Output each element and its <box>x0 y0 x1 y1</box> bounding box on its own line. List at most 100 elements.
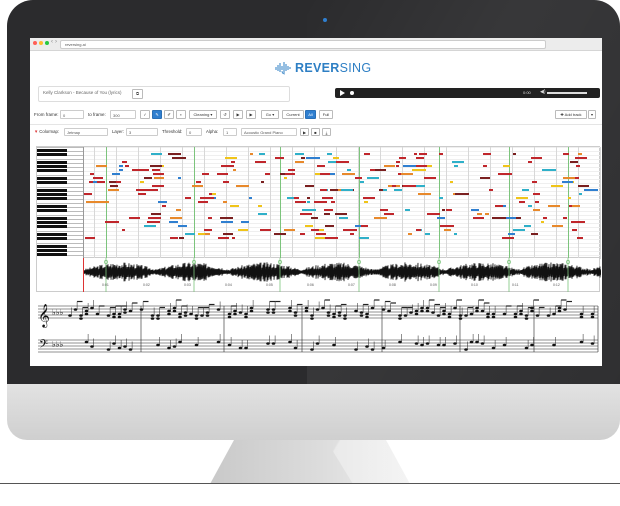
midi-note[interactable] <box>287 197 294 199</box>
midi-note[interactable] <box>454 233 457 235</box>
midi-note[interactable] <box>223 201 227 203</box>
midi-note[interactable] <box>306 157 320 159</box>
midi-note[interactable] <box>380 209 388 211</box>
play-track-icon[interactable]: ▶ <box>300 128 309 136</box>
midi-note[interactable] <box>178 177 181 179</box>
midi-note[interactable] <box>307 201 310 203</box>
midi-note[interactable] <box>320 189 327 191</box>
midi-note[interactable] <box>295 201 306 203</box>
midi-note[interactable] <box>355 225 361 227</box>
midi-note[interactable] <box>129 217 140 219</box>
midi-note[interactable] <box>151 153 162 155</box>
midi-note[interactable] <box>437 217 445 219</box>
midi-note[interactable] <box>300 213 312 215</box>
midi-note[interactable] <box>84 193 92 195</box>
midi-note[interactable] <box>108 189 119 191</box>
midi-note[interactable] <box>579 193 582 195</box>
midi-note[interactable] <box>258 205 262 207</box>
waveform-panel[interactable]: 0:01 0:02 0:03 0:04 0:05 0:06 0:07 0:08 0:09 0:10… <box>36 258 601 292</box>
midi-note[interactable] <box>109 181 116 183</box>
midi-note[interactable] <box>531 233 538 235</box>
alpha-input[interactable]: 1 <box>223 128 237 136</box>
address-bar[interactable]: reversing.ai <box>60 40 546 49</box>
midi-note[interactable] <box>403 185 416 187</box>
midi-note[interactable] <box>169 221 178 223</box>
midi-note[interactable] <box>294 197 299 199</box>
midi-note[interactable] <box>198 233 205 235</box>
midi-note[interactable] <box>543 217 547 219</box>
check-icon[interactable]: ✓ <box>140 110 150 119</box>
midi-note[interactable] <box>522 189 529 191</box>
midi-note[interactable] <box>562 181 573 183</box>
midi-note[interactable] <box>274 233 286 235</box>
midi-note[interactable] <box>324 209 333 211</box>
midi-note[interactable] <box>367 177 379 179</box>
midi-note[interactable] <box>480 177 490 179</box>
midi-note[interactable] <box>442 209 445 211</box>
midi-note[interactable] <box>503 165 510 167</box>
midi-note[interactable] <box>535 201 539 203</box>
midi-note[interactable] <box>350 233 354 235</box>
midi-note[interactable] <box>335 213 347 215</box>
midi-note[interactable] <box>249 197 252 199</box>
midi-note[interactable] <box>403 165 416 167</box>
back-icon[interactable]: ‹ <box>51 39 53 45</box>
forward-icon[interactable]: › <box>55 39 57 45</box>
midi-note[interactable] <box>471 209 479 211</box>
midi-note[interactable] <box>138 193 146 195</box>
midi-note[interactable] <box>414 153 417 155</box>
midi-note[interactable] <box>305 225 313 227</box>
midi-note[interactable] <box>158 201 167 203</box>
midi-note[interactable] <box>341 189 353 191</box>
midi-note[interactable] <box>185 233 195 235</box>
midi-note[interactable] <box>572 229 577 231</box>
midi-note[interactable] <box>288 169 295 171</box>
midi-note[interactable] <box>542 169 556 171</box>
midi-note[interactable] <box>477 213 482 215</box>
midi-note[interactable] <box>295 153 304 155</box>
midi-note[interactable] <box>360 181 364 183</box>
layer-select[interactable]: 3 <box>126 128 158 136</box>
midi-note[interactable] <box>232 237 235 239</box>
midi-note[interactable] <box>416 165 427 167</box>
midi-note[interactable] <box>576 165 580 167</box>
midi-note[interactable] <box>516 197 528 199</box>
midi-note[interactable] <box>532 181 537 183</box>
midi-note[interactable] <box>450 181 453 183</box>
midi-note[interactable] <box>261 181 264 183</box>
midi-note[interactable] <box>119 165 123 167</box>
midi-note[interactable] <box>295 161 304 163</box>
midi-note[interactable] <box>571 221 585 223</box>
copy-icon[interactable]: ⧉ <box>132 89 143 99</box>
midi-note[interactable] <box>528 161 532 163</box>
midi-note[interactable] <box>541 221 544 223</box>
midi-note[interactable] <box>483 165 487 167</box>
instrument-select[interactable]: Acoustic Grand Piano <box>241 128 297 136</box>
midi-note[interactable] <box>98 201 109 203</box>
midi-note[interactable] <box>220 217 233 219</box>
midi-note[interactable] <box>212 193 216 195</box>
midi-note[interactable] <box>374 217 387 219</box>
current-button[interactable]: Current <box>282 110 304 119</box>
to-frame-input[interactable]: 300 <box>110 110 136 119</box>
midi-note[interactable] <box>424 177 436 179</box>
trash-icon[interactable]: ▪ <box>176 110 186 119</box>
midi-note[interactable] <box>570 161 578 163</box>
midi-note[interactable] <box>375 169 386 171</box>
midi-note[interactable] <box>302 209 316 211</box>
midi-note[interactable] <box>379 189 383 191</box>
midi-note[interactable] <box>209 193 212 195</box>
midi-note[interactable] <box>363 197 375 199</box>
midi-note[interactable] <box>336 161 349 163</box>
midi-note[interactable] <box>86 201 98 203</box>
midi-note[interactable] <box>204 229 212 231</box>
midi-note[interactable] <box>105 221 119 223</box>
midi-note[interactable] <box>454 165 458 167</box>
midi-note[interactable] <box>93 181 97 183</box>
add-track-button[interactable]: ✚ Add track <box>555 110 587 119</box>
play-icon[interactable] <box>340 90 345 96</box>
midi-note[interactable] <box>396 165 399 167</box>
brush-icon[interactable]: ✐ <box>164 110 174 119</box>
midi-note[interactable] <box>85 237 95 239</box>
midi-note[interactable] <box>563 217 567 219</box>
